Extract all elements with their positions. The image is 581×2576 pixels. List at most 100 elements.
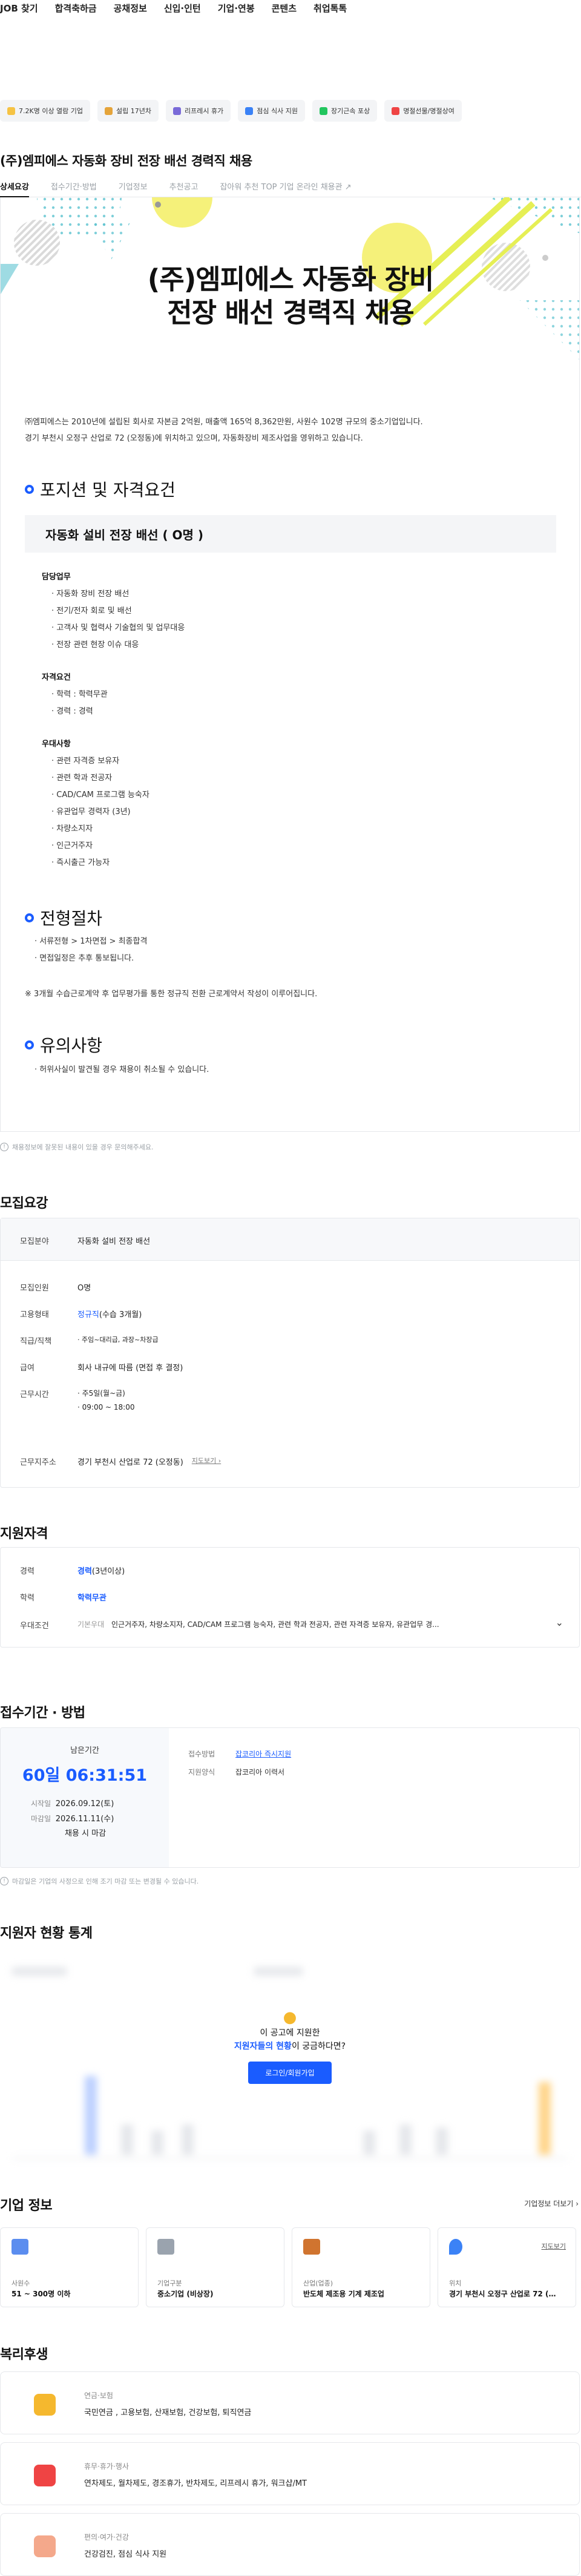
remain-countdown: 60일 06:31:51 xyxy=(22,1766,148,1785)
detail-tabs: 상세요강 접수기간·방법 기업정보 추천공고 잡아워 추천 TOP 기업 온라인… xyxy=(0,177,581,197)
period-card: 남은기간 60일 06:31:51 시작일 2026.09.12(토) 마감일 … xyxy=(0,1727,580,1868)
apply-row: 학력 학력무관 xyxy=(20,1591,107,1603)
badge-item: 설립 17년차 xyxy=(97,100,159,122)
welfare-item: 휴무·휴가·행사 연차제도, 월차제도, 경조휴가, 반차제도, 리프레시 휴가,… xyxy=(0,2442,580,2505)
process-note: · 면접일정은 추후 통보됩니다. xyxy=(34,954,134,963)
company-intro: ㈜엠피에스는 2010년에 설립된 회사로 자본금 2억원, 매출액 165억 … xyxy=(25,414,423,447)
recruit-row: 모집분야 자동화 설비 전장 배선 xyxy=(20,1235,150,1246)
company-more-link[interactable]: 기업정보 더보기 › xyxy=(524,2198,579,2209)
start-date: 2026.09.12(토) xyxy=(55,1799,114,1809)
qual-title: 자격요건 xyxy=(42,673,71,682)
row-key: 직급/직책 xyxy=(20,1337,52,1346)
top-nav: JOB 찾기 합격축하금 공채정보 신입·인턴 기업·연봉 콘텐츠 취업톡톡 xyxy=(0,0,581,16)
recruit-row: 근무시간 · 주5일(월~금) · 09:00 ~ 18:00 xyxy=(20,1388,134,1411)
tab-detail[interactable]: 상세요강 xyxy=(0,177,29,197)
badge-item: 장기근속 포상 xyxy=(312,100,378,122)
position-header: 자동화 설비 전장 배선 ( O명 ) xyxy=(25,515,556,553)
nav-talk[interactable]: 취업톡톡 xyxy=(313,2,347,15)
apply-row: 우대조건 기본우대 인근거주자, 차량소지자, CAD/CAM 프로그램 능숙자, … xyxy=(20,1619,553,1631)
pref-block: 우대사항 · 관련 자격증 보유자 · 관련 학과 전공자 · CAD/CAM … xyxy=(42,736,149,872)
row-value: 경기 부천시 산업로 72 (오정동) xyxy=(77,1458,183,1467)
people-icon xyxy=(11,2239,28,2255)
nav-job[interactable]: JOB 찾기 xyxy=(0,2,38,15)
method-link[interactable]: 잡코리아 즉시지원 xyxy=(235,1750,291,1758)
duty-item: · 고객사 및 협력사 기술협의 및 업무대응 xyxy=(51,623,185,632)
welfare-title: 편의·여가·건강 xyxy=(84,2533,129,2542)
card-value: 51 ~ 300명 이하 xyxy=(11,2290,71,2298)
nav-contents[interactable]: 콘텐츠 xyxy=(272,2,297,15)
qual-item: · 경력 : 경력 xyxy=(51,707,93,716)
company-heading: 기업 정보 xyxy=(0,2198,53,2213)
form-value: 잡코리아 이력서 xyxy=(235,1768,285,1776)
card-label: 사원수 xyxy=(11,2279,30,2287)
card-label: 위치 xyxy=(449,2279,462,2287)
caution-text: · 허위사실이 발견될 경우 채용이 취소될 수 있습니다. xyxy=(34,1065,209,1074)
recruit-row: 직급/직책 · 주임~대리급, 과장~차장급 xyxy=(20,1335,159,1346)
row-value: 학력무관 xyxy=(77,1594,107,1603)
map-link[interactable]: 지도보기 › xyxy=(192,1456,221,1467)
badge-item: 점심 식사 지원 xyxy=(238,100,305,122)
pref-item: · 관련 자격증 보유자 xyxy=(51,757,120,766)
tab-period[interactable]: 접수기간·방법 xyxy=(51,177,97,197)
row-value: · 주5일(월~금) xyxy=(77,1389,125,1398)
job-poster: (주)엠피에스 자동화 장비 전장 배선 경력직 채용 ㈜엠피에스는 2010년… xyxy=(0,197,580,1132)
tab-company[interactable]: 기업정보 xyxy=(119,177,148,197)
apply-card: 경력 경력 (3년이상) 학력 학력무관 우대조건 기본우대 인근거주자, 차량소지자, … xyxy=(0,1547,580,1648)
apply-heading: 지원자격 xyxy=(0,1526,48,1542)
tab-recommend[interactable]: 추천공고 xyxy=(169,177,199,197)
nav-intern[interactable]: 신입·인턴 xyxy=(164,2,201,15)
qual-item: · 학력 : 학력무관 xyxy=(51,690,108,699)
row-key: 근무지주소 xyxy=(20,1458,56,1467)
intro-line: ㈜엠피에스는 2010년에 설립된 회사로 자본금 2억원, 매출액 165억 … xyxy=(25,418,423,427)
recruit-row: 고용형태 정규직 (수습 3개월) xyxy=(20,1308,142,1319)
section-position: 포지션 및 자격요건 xyxy=(25,477,176,501)
card-value: 중소기업 (비상장) xyxy=(157,2290,214,2298)
row-key: 우대조건 xyxy=(20,1622,49,1631)
method-label: 접수방법 xyxy=(188,1750,215,1758)
poster-title-line2: 전장 배선 경력직 채용 xyxy=(167,297,415,329)
meal-icon xyxy=(245,107,254,115)
section-caution: 유의사항 xyxy=(25,1033,102,1057)
row-value: 자동화 설비 전장 배선 xyxy=(77,1237,151,1246)
map-link[interactable]: 지도보기 xyxy=(542,2241,566,2251)
info-icon: ! xyxy=(0,1877,8,1885)
star-icon xyxy=(7,107,15,115)
row-key: 모집인원 xyxy=(20,1284,49,1293)
thinking-face-icon: ● xyxy=(283,2008,297,2026)
recruit-row: 근무지주소 경기 부천시 산업로 72 (오정동) 지도보기 › xyxy=(20,1456,221,1467)
end-note: 채용 시 마감 xyxy=(65,1829,107,1838)
company-cards: 사원수 51 ~ 300명 이하 기업구분 중소기업 (비상장) 산업(업종) 반도체… xyxy=(0,2227,576,2307)
nav-public[interactable]: 공채정보 xyxy=(114,2,147,15)
login-signup-button[interactable]: 로그인/회원가입 xyxy=(248,2062,332,2084)
chevron-down-icon[interactable]: ⌄ xyxy=(556,1617,563,1628)
pref-title: 우대사항 xyxy=(42,740,71,749)
remain-label: 남은기간 xyxy=(70,1746,99,1755)
row-label: 기본우대 xyxy=(77,1620,105,1629)
stats-heading: 지원자 현황 통계 xyxy=(0,1926,93,1941)
end-date: 2026.11.11(수) xyxy=(55,1815,114,1824)
row-value: 인근거주자, 차량소지자, CAD/CAM 프로그램 능숙자, 관련 학과 전공… xyxy=(111,1620,439,1629)
report-notice: ! 채용정보에 잘못된 내용이 있을 경우 문의해주세요. xyxy=(0,1142,154,1152)
vacation-icon xyxy=(173,107,182,115)
briefcase-icon xyxy=(303,2239,320,2255)
question-line: 이 궁금하다면? xyxy=(291,2042,346,2051)
welfare-value: 연차제도, 월차제도, 경조휴가, 반차제도, 리프레시 휴가, 워크샵/MT xyxy=(84,2479,307,2488)
section-title: 전형절차 xyxy=(40,908,103,928)
notice-text[interactable]: 채용정보에 잘못된 내용이 있을 경우 문의해주세요. xyxy=(12,1142,154,1152)
award-icon xyxy=(319,107,327,115)
welfare-heading: 복리후생 xyxy=(0,2347,48,2362)
row-value: 회사 내규에 따름 (면접 후 결정) xyxy=(77,1364,183,1373)
card-value: 반도체 제조용 기계 제조업 xyxy=(303,2290,384,2298)
apply-method: 접수방법 잡코리아 즉시지원 지원양식 잡코리아 이력서 xyxy=(188,1745,291,1781)
apply-row: 경력 경력 (3년이상) xyxy=(20,1565,125,1576)
pref-item: · CAD/CAM 프로그램 능숙자 xyxy=(51,790,149,800)
nav-pass-bonus[interactable]: 합격축하금 xyxy=(55,2,97,15)
recruit-row: 급여 회사 내규에 따름 (면접 후 결정) xyxy=(20,1361,183,1373)
tab-top-company[interactable]: 잡아워 추천 TOP 기업 온라인 채용관 ↗ xyxy=(220,177,351,197)
recruit-row: 모집인원 O명 xyxy=(20,1281,91,1293)
duties-title: 담당업무 xyxy=(42,573,71,582)
period-dates: 시작일 2026.09.12(토) 마감일 2026.11.11(수) 채용 시… xyxy=(31,1796,114,1841)
pref-item: · 유관업무 경력자 (3년) xyxy=(51,807,131,816)
nav-company[interactable]: 기업·연봉 xyxy=(218,2,255,15)
company-card-employees: 사원수 51 ~ 300명 이하 xyxy=(0,2227,139,2307)
